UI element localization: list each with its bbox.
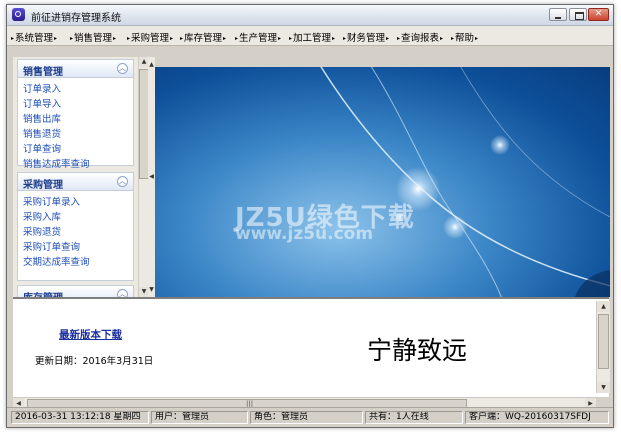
sidebar-item-po-entry[interactable]: 采购订单录入: [23, 194, 80, 208]
sidebar-item-sales-return[interactable]: 销售退货: [23, 126, 61, 140]
status-bar: 2016-03-31 13:12:18 星期四 用户：管理员 角色：管理员 共有…: [7, 407, 613, 427]
menu-label: 销售管理: [74, 33, 113, 44]
scroll-arrow-icon: ▼: [149, 286, 154, 293]
sidebar-item-order-import[interactable]: 订单导入: [23, 96, 61, 110]
menu-label: 帮助: [455, 33, 475, 44]
menu-help[interactable]: ▸帮助▸: [451, 30, 478, 44]
menu-label: 查询报表: [401, 33, 440, 44]
sidebar-item-po-query[interactable]: 采购订单查询: [23, 239, 80, 253]
sidebar-section-purchase: 采购管理 ︿ 采购订单录入 采购入库 采购退货 采购订单查询 交期达成率查询: [17, 172, 134, 281]
scroll-thumb[interactable]: [598, 314, 609, 369]
menu-label: 财务管理: [347, 33, 386, 44]
collapse-icon[interactable]: ︿: [117, 63, 128, 74]
sidebar-item-purchase-in[interactable]: 采购入库: [23, 209, 61, 223]
section-title: 采购管理: [23, 180, 63, 191]
menu-production[interactable]: ▸生产管理▸: [235, 30, 281, 44]
status-datetime: 2016-03-31 13:12:18 星期四: [11, 411, 149, 424]
window-title: 前征进销存管理系统: [31, 13, 121, 24]
menu-label: 系统管理: [15, 33, 54, 44]
menu-label: 采购管理: [131, 33, 170, 44]
status-online: 共有：1人在线: [365, 411, 463, 424]
menu-inventory[interactable]: ▸库存管理▸: [180, 30, 226, 44]
maximize-icon: [575, 12, 584, 20]
section-header[interactable]: 库存管理 ︿: [18, 286, 133, 297]
section-header[interactable]: 销售管理 ︿: [18, 60, 133, 78]
collapse-left-icon[interactable]: ◀: [148, 173, 155, 180]
menu-system[interactable]: ▸系统管理▸: [11, 30, 57, 44]
sidebar-item-sales-out[interactable]: 销售出库: [23, 111, 61, 125]
info-panel: 最新版本下载 更新日期：2016年3月31日 宁静致远: [13, 297, 609, 397]
close-icon: ✕: [594, 9, 603, 19]
menu-reports[interactable]: ▸查询报表▸: [397, 30, 443, 44]
title-bar[interactable]: 前征进销存管理系统 ✕: [7, 5, 613, 26]
scroll-up-icon[interactable]: ▲: [597, 301, 610, 312]
splitter-handle[interactable]: ▲ ◀ ▼: [148, 57, 155, 297]
sidebar-item-delivery-rate-query[interactable]: 交期达成率查询: [23, 254, 90, 268]
sidebar-item-sales-rate-query[interactable]: 销售达成率查询: [23, 156, 90, 170]
menu-bar: ▸系统管理▸ ▸销售管理▸ ▸采购管理▸ ▸库存管理▸ ▸生产管理▸ ▸加工管理…: [7, 26, 613, 46]
sidebar-section-sales: 销售管理 ︿ 订单录入 订单导入 销售出库 销售退货 订单查询 销售达成率查询: [17, 59, 134, 170]
status-client: 客户端：WQ-20160317SFDJ: [465, 411, 609, 424]
sidebar: 销售管理 ︿ 订单录入 订单导入 销售出库 销售退货 订单查询 销售达成率查询 …: [13, 57, 138, 297]
sidebar-item-order-query[interactable]: 订单查询: [23, 141, 61, 155]
section-header[interactable]: 采购管理 ︿: [18, 173, 133, 191]
section-title: 销售管理: [23, 67, 63, 78]
scroll-arrow-icon: ▲: [149, 61, 154, 68]
menu-processing[interactable]: ▸加工管理▸: [289, 30, 335, 44]
info-scrollbar[interactable]: ▲ ▼: [596, 301, 610, 393]
status-user: 用户：管理员: [151, 411, 248, 424]
app-icon[interactable]: [12, 8, 25, 21]
scroll-down-icon[interactable]: ▼: [597, 382, 610, 393]
watermark-url: www.jz5u.com: [235, 224, 374, 244]
maximize-button[interactable]: [569, 8, 587, 21]
app-window: 前征进销存管理系统 ✕ ▸系统管理▸ ▸销售管理▸ ▸采购管理▸ ▸库存管理▸ …: [6, 4, 614, 428]
update-date: 更新日期：2016年3月31日: [35, 356, 154, 367]
download-link[interactable]: 最新版本下载: [59, 327, 122, 342]
menu-label: 加工管理: [293, 33, 332, 44]
sidebar-item-order-entry[interactable]: 订单录入: [23, 81, 61, 95]
minimize-button[interactable]: [549, 8, 567, 21]
motto-text: 宁静致远: [367, 336, 468, 365]
menu-sales[interactable]: ▸销售管理▸: [70, 30, 116, 44]
banner-art: [320, 67, 610, 297]
menu-finance[interactable]: ▸财务管理▸: [343, 30, 389, 44]
status-role: 角色：管理员: [250, 411, 363, 424]
menu-purchase[interactable]: ▸采购管理▸: [127, 30, 173, 44]
banner-image: JZ5U绿色下载 www.jz5u.com: [155, 67, 610, 297]
sidebar-section-inventory: 库存管理 ︿: [17, 285, 134, 297]
section-title: 库存管理: [23, 289, 63, 297]
close-button[interactable]: ✕: [588, 8, 609, 21]
sidebar-item-purchase-return[interactable]: 采购退货: [23, 224, 61, 238]
collapse-icon[interactable]: ︿: [117, 289, 128, 297]
menu-label: 生产管理: [239, 33, 278, 44]
minimize-icon: [555, 17, 561, 19]
menu-label: 库存管理: [184, 33, 223, 44]
collapse-icon[interactable]: ︿: [117, 176, 128, 187]
